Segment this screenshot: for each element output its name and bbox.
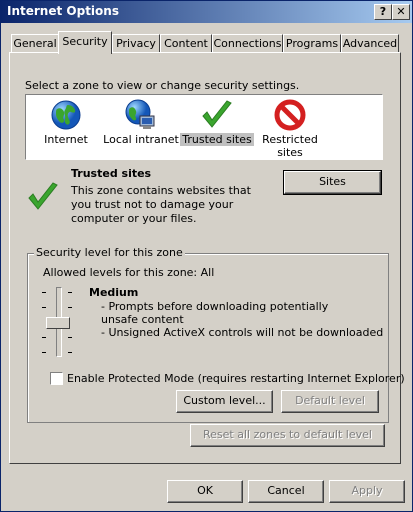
slider-tick (68, 337, 72, 338)
zone-list: Internet Local intranet Trusted sites Re… (25, 94, 383, 160)
slider-tick (68, 292, 72, 293)
intranet-icon (125, 99, 155, 129)
slider-tick (42, 307, 46, 308)
restricted-icon (274, 99, 306, 131)
security-level-group-title: Security level for this zone (34, 246, 185, 259)
checkmark-icon (202, 100, 232, 128)
tab-programs[interactable]: Programs (283, 34, 341, 54)
apply-button[interactable]: Apply (329, 480, 405, 503)
title-bar[interactable]: Internet Options ? ✕ (1, 1, 412, 23)
zone-internet[interactable]: Internet (26, 95, 106, 146)
slider-tick (42, 292, 46, 293)
tab-privacy[interactable]: Privacy (112, 34, 160, 54)
slider-tick (68, 307, 72, 308)
tab-content[interactable]: Content (160, 34, 212, 54)
protected-mode-checkbox[interactable] (50, 372, 63, 385)
cancel-button[interactable]: Cancel (248, 480, 324, 503)
allowed-levels-text: Allowed levels for this zone: All (43, 266, 215, 279)
tab-security[interactable]: Security (58, 31, 112, 54)
window-title: Internet Options (7, 4, 119, 18)
security-level-bullet-2: - Unsigned ActiveX controls will not be … (101, 326, 384, 339)
trusted-sites-checkmark-icon (28, 182, 58, 210)
slider-tick (42, 337, 46, 338)
zone-label: Trusted sites (180, 133, 254, 146)
slider-tick (42, 352, 46, 353)
zone-label: Internet (44, 133, 88, 146)
help-button[interactable]: ? (374, 4, 392, 20)
protected-mode-label: Enable Protected Mode (requires restarti… (67, 372, 405, 385)
zone-restricted-sites[interactable]: Restricted sites (249, 95, 331, 159)
zone-info-description: This zone contains websites that you tru… (71, 184, 251, 225)
custom-level-button[interactable]: Custom level... (176, 390, 273, 413)
close-button[interactable]: ✕ (392, 4, 410, 20)
security-level-bullet-1: - Prompts before downloading potentially… (101, 300, 329, 326)
zone-info-title: Trusted sites (71, 167, 152, 180)
slider-thumb[interactable] (46, 317, 70, 329)
default-level-button[interactable]: Default level (281, 390, 379, 413)
security-level-name: Medium (89, 286, 139, 299)
sites-button[interactable]: Sites (283, 170, 382, 195)
ok-button[interactable]: OK (167, 480, 243, 503)
tab-general[interactable]: General (11, 34, 59, 54)
zone-prompt: Select a zone to view or change security… (25, 79, 300, 92)
reset-all-zones-button[interactable]: Reset all zones to default level (190, 424, 385, 447)
slider-tick (68, 352, 72, 353)
internet-options-window: Internet Options ? ✕ General Security Pr… (0, 0, 413, 512)
tab-connections[interactable]: Connections (212, 34, 283, 54)
tab-advanced[interactable]: Advanced (341, 34, 399, 54)
globe-icon (51, 100, 81, 130)
zone-label: Restricted sites (262, 133, 318, 159)
